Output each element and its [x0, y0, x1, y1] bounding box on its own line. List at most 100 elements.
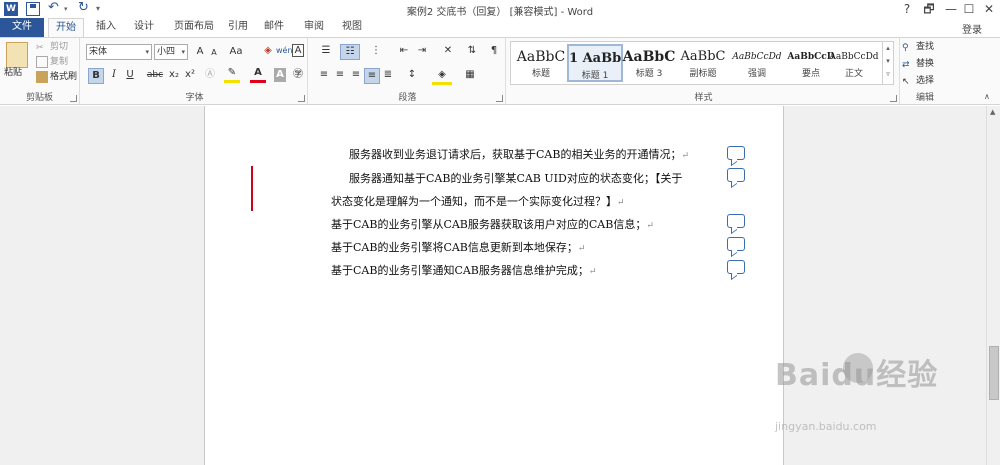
- paragraph[interactable]: 基于CAB的业务引擎从CAB服务器获取该用户对应的CAB信息；↵: [331, 216, 654, 232]
- maximize-icon[interactable]: ☐: [958, 1, 980, 17]
- distributed-icon[interactable]: ≣: [380, 68, 396, 82]
- enclose-characters-icon[interactable]: ㊫: [290, 68, 306, 82]
- line-spacing-icon[interactable]: ↕: [402, 68, 422, 82]
- style-sample: AaBbCcDd: [732, 52, 782, 62]
- comment-icon[interactable]: [727, 214, 745, 228]
- comment-icon[interactable]: [727, 260, 745, 274]
- ribbon-tabs: 文件 开始 插入 设计 页面布局 引用 邮件 审阅 视图 登录: [0, 18, 1000, 37]
- styles-launcher-icon[interactable]: [890, 95, 897, 102]
- tab-insert[interactable]: 插入: [88, 18, 124, 37]
- tab-mailings[interactable]: 邮件: [258, 18, 290, 37]
- clear-formatting-icon[interactable]: ◈: [260, 44, 276, 58]
- scroll-up-icon[interactable]: ▲: [990, 108, 995, 116]
- style-heading-1[interactable]: 1 AaBb 标题 1: [567, 44, 623, 82]
- highlight-color-icon[interactable]: ✎: [224, 66, 240, 83]
- chevron-down-icon[interactable]: ▾: [883, 55, 893, 68]
- font-size-value: 小四: [157, 47, 176, 57]
- paragraph[interactable]: 基于CAB的业务引擎通知CAB服务器信息维护完成；↵: [331, 262, 596, 278]
- style-subtitle[interactable]: AaBbC 副标题: [675, 44, 731, 82]
- style-title[interactable]: AaBbC 标题: [513, 44, 569, 82]
- paragraph-text: 基于CAB的业务引擎从CAB服务器获取该用户对应的CAB信息；: [331, 218, 647, 231]
- scissors-icon: ✂: [36, 42, 44, 53]
- comment-icon[interactable]: [727, 146, 745, 160]
- ribbon: 粘贴 ✂ 剪切 复制 格式刷 剪贴板 宋体 ▾ 小四 ▾ A A Aa ◈ wén A…: [0, 37, 1000, 105]
- tab-page-layout[interactable]: 页面布局: [166, 18, 222, 37]
- comment-icon[interactable]: [727, 237, 745, 251]
- style-name: 副标题: [689, 69, 717, 79]
- collapse-ribbon-icon[interactable]: ∧: [984, 90, 990, 104]
- character-shading-icon[interactable]: A: [274, 68, 286, 82]
- gallery-scroll[interactable]: ▴ ▾ ▿: [882, 42, 893, 84]
- phonetic-guide-icon[interactable]: wén: [276, 44, 293, 58]
- tab-review[interactable]: 审阅: [298, 18, 330, 37]
- align-left-icon[interactable]: ≡: [316, 68, 332, 82]
- decrease-indent-icon[interactable]: ⇤: [396, 44, 412, 58]
- paragraph-text: 服务器通知基于CAB的业务引擎某CAB UID对应的状态变化；【关于: [349, 172, 683, 185]
- close-icon[interactable]: ✕: [978, 1, 1000, 17]
- increase-indent-icon[interactable]: ⇥: [414, 44, 430, 58]
- sort-icon[interactable]: ⇅: [464, 44, 480, 58]
- comment-icon[interactable]: [727, 168, 745, 182]
- editing-group-label: 编辑: [915, 93, 934, 103]
- change-case-icon[interactable]: Aa: [226, 45, 246, 59]
- tab-file[interactable]: 文件: [0, 18, 44, 37]
- tab-view[interactable]: 视图: [336, 18, 368, 37]
- strikethrough-button[interactable]: abc: [146, 68, 164, 82]
- find-button[interactable]: ⚲ 查找: [902, 40, 934, 54]
- more-icon[interactable]: ▿: [883, 68, 893, 81]
- cut-button[interactable]: ✂ 剪切: [36, 40, 68, 54]
- clipboard-launcher-icon[interactable]: [70, 95, 77, 102]
- style-name: 强调: [747, 69, 766, 79]
- shrink-font-icon[interactable]: A: [206, 46, 222, 60]
- subscript-button[interactable]: x₂: [166, 68, 182, 82]
- paragraph[interactable]: 服务器收到业务退订请求后，获取基于CAB的相关业务的开通情况；↵: [349, 146, 689, 162]
- login-link[interactable]: 登录: [962, 21, 982, 36]
- chinese-layout-icon[interactable]: ✕: [438, 44, 458, 58]
- align-right-icon[interactable]: ≡: [348, 68, 364, 82]
- bold-button[interactable]: B: [88, 68, 104, 84]
- style-normal[interactable]: AaBbCcDd 正文: [827, 44, 881, 82]
- borders-icon[interactable]: ▦: [460, 68, 480, 82]
- align-center-icon[interactable]: ≡: [332, 68, 348, 82]
- underline-button[interactable]: U: [122, 68, 138, 82]
- paragraph[interactable]: 服务器通知基于CAB的业务引擎某CAB UID对应的状态变化；【关于: [349, 170, 682, 186]
- chevron-up-icon[interactable]: ▴: [883, 42, 893, 55]
- style-sample: 1 AaBb: [569, 51, 621, 66]
- italic-button[interactable]: I: [106, 68, 122, 82]
- vertical-scrollbar[interactable]: ▲: [986, 106, 1000, 465]
- font-group-label: 字体: [185, 93, 204, 103]
- chevron-down-icon: ▾: [181, 48, 185, 56]
- font-name-combo[interactable]: 宋体 ▾: [86, 44, 152, 60]
- tab-home[interactable]: 开始: [48, 18, 84, 37]
- tab-references[interactable]: 引用: [222, 18, 254, 37]
- paragraph-group-label: 段落: [398, 93, 417, 103]
- track-change-bar: [251, 166, 253, 211]
- select-button[interactable]: ↖ 选择: [902, 74, 934, 88]
- paste-button[interactable]: 粘贴: [4, 66, 22, 80]
- style-emphasis[interactable]: AaBbCcDd 强调: [729, 44, 785, 82]
- ribbon-display-options-icon[interactable]: 🗗: [918, 1, 940, 17]
- font-size-combo[interactable]: 小四 ▾: [154, 44, 188, 60]
- paragraph[interactable]: 状态变化是理解为一个通知，而不是一个实际变化过程？】↵: [331, 193, 625, 209]
- font-color-icon[interactable]: A: [250, 66, 266, 83]
- character-border-icon[interactable]: A: [292, 44, 304, 57]
- show-marks-icon[interactable]: ¶: [486, 44, 502, 58]
- tab-design[interactable]: 设计: [126, 18, 162, 37]
- font-launcher-icon[interactable]: [298, 95, 305, 102]
- style-heading-3[interactable]: AaBbC 标题 3: [621, 44, 677, 82]
- copy-button[interactable]: 复制: [36, 55, 68, 69]
- replace-button[interactable]: ⇄ 替换: [902, 57, 934, 71]
- scroll-thumb[interactable]: [989, 346, 999, 400]
- format-painter-button[interactable]: 格式刷: [36, 70, 77, 84]
- help-icon[interactable]: ?: [896, 1, 918, 17]
- paste-icon[interactable]: [6, 42, 28, 68]
- numbering-icon[interactable]: ☷: [340, 44, 360, 60]
- text-effects-icon[interactable]: Ⓐ: [202, 68, 218, 82]
- bullets-icon[interactable]: ☰: [316, 44, 336, 58]
- paragraph[interactable]: 基于CAB的业务引擎将CAB信息更新到本地保存；↵: [331, 239, 585, 255]
- paragraph-launcher-icon[interactable]: [496, 95, 503, 102]
- multilevel-list-icon[interactable]: ⋮: [366, 44, 386, 58]
- shading-icon[interactable]: ◈: [432, 68, 452, 85]
- superscript-button[interactable]: x²: [182, 68, 198, 82]
- justify-icon[interactable]: ≡: [364, 68, 380, 84]
